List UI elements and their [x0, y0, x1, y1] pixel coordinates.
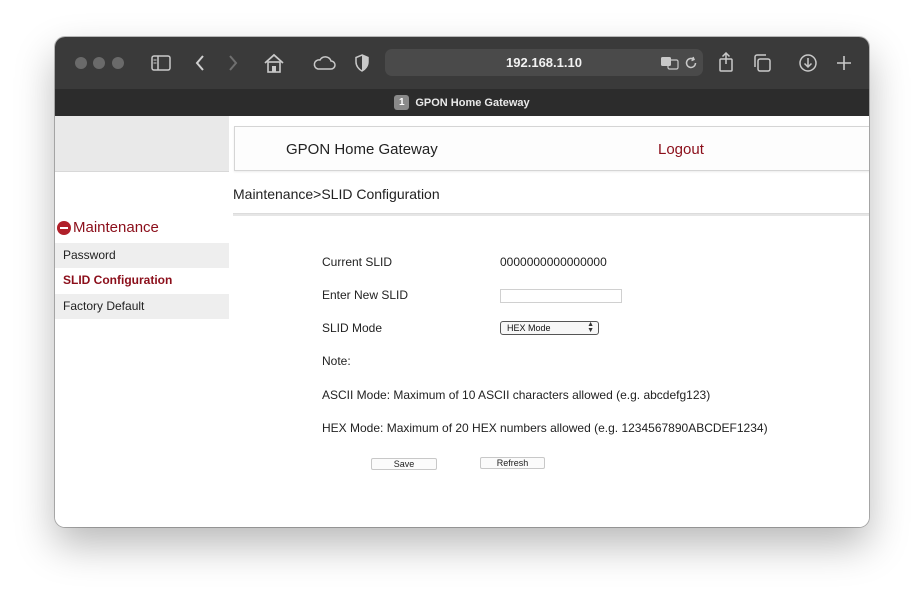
url-text[interactable]: 192.168.1.10	[385, 49, 703, 76]
page-content: Maintenance Password SLID Configuration …	[55, 116, 869, 527]
collapse-minus-icon[interactable]	[57, 220, 71, 235]
shield-icon[interactable]	[352, 51, 372, 75]
sidebar-toggle-icon[interactable]	[150, 52, 172, 74]
tab-number-badge: 1	[394, 95, 410, 110]
zoom-window-dot[interactable]	[112, 57, 124, 69]
active-tab[interactable]: 1 GPON Home Gateway	[55, 89, 869, 116]
sidebar-item-factory-default[interactable]: Factory Default	[55, 294, 229, 319]
download-icon[interactable]	[796, 51, 820, 75]
forward-icon[interactable]	[223, 52, 243, 74]
sidebar-top-band	[55, 116, 229, 172]
minimize-window-dot[interactable]	[93, 57, 105, 69]
cloud-icon[interactable]	[311, 51, 337, 75]
slid-mode-selected: HEX Mode	[507, 323, 551, 333]
brand-title: GPON Home Gateway	[286, 141, 438, 158]
select-arrows-icon: ▲ ▼	[587, 321, 594, 334]
tab-bar: 1 GPON Home Gateway	[55, 89, 869, 116]
browser-window: 192.168.1.10 1 GPON Home Gateway Mainten…	[55, 37, 869, 527]
translate-icon[interactable]	[660, 53, 680, 72]
current-slid-value: 0000000000000000	[500, 255, 607, 269]
reload-icon[interactable]	[682, 53, 700, 72]
slid-mode-select[interactable]: HEX Mode ▲ ▼	[500, 321, 599, 335]
home-icon[interactable]	[262, 51, 286, 75]
hex-mode-note: HEX Mode: Maximum of 20 HEX numbers allo…	[322, 421, 768, 435]
top-header: GPON Home Gateway Logout	[234, 126, 869, 171]
current-slid-label: Current SLID	[322, 255, 393, 269]
browser-toolbar: 192.168.1.10	[55, 37, 869, 89]
sidebar-item-password[interactable]: Password	[55, 243, 229, 268]
divider	[233, 213, 869, 216]
sidebar-item-slid-configuration[interactable]: SLID Configuration	[55, 268, 229, 293]
close-window-dot[interactable]	[75, 57, 87, 69]
ascii-mode-note: ASCII Mode: Maximum of 10 ASCII characte…	[322, 388, 711, 402]
note-label: Note:	[322, 354, 351, 368]
tab-title: GPON Home Gateway	[415, 96, 530, 109]
sidebar-section-header[interactable]: Maintenance	[57, 219, 159, 236]
new-slid-input[interactable]	[500, 289, 622, 303]
new-slid-label: Enter New SLID	[322, 288, 409, 302]
refresh-button[interactable]: Refresh	[480, 457, 545, 469]
share-icon[interactable]	[715, 50, 737, 74]
tabs-overview-icon[interactable]	[751, 51, 773, 75]
breadcrumb: Maintenance>SLID Configuration	[233, 186, 440, 202]
sidebar-section-label[interactable]: Maintenance	[73, 219, 159, 236]
slid-mode-label: SLID Mode	[322, 321, 383, 335]
new-tab-icon[interactable]	[833, 51, 855, 75]
logout-link[interactable]: Logout	[658, 127, 704, 172]
back-icon[interactable]	[190, 52, 210, 74]
address-bar[interactable]: 192.168.1.10	[385, 49, 703, 76]
save-button[interactable]: Save	[371, 458, 437, 470]
